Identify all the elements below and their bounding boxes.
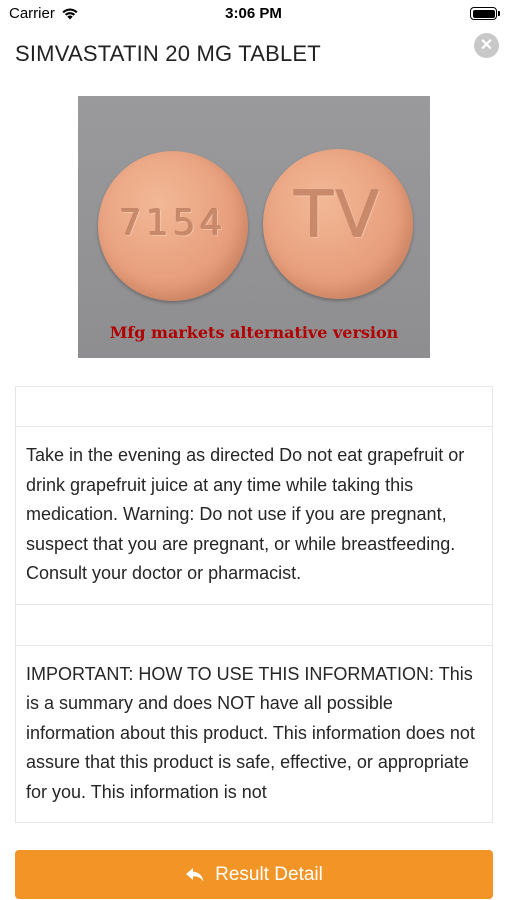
status-time: 3:06 PM bbox=[225, 5, 282, 22]
result-detail-label: Result Detail bbox=[215, 863, 323, 885]
pill-imprint-right: TV bbox=[294, 179, 382, 253]
reply-arrow-icon bbox=[186, 867, 204, 881]
close-button[interactable]: ✕ bbox=[474, 33, 499, 58]
header: SIMVASTATIN 20 MG TABLET ✕ bbox=[0, 28, 507, 80]
section-heading-cell bbox=[15, 386, 493, 427]
pill-image: 7154 TV Mfg markets alternative version bbox=[78, 96, 430, 358]
page-title: SIMVASTATIN 20 MG TABLET bbox=[15, 41, 321, 66]
battery-icon bbox=[470, 7, 500, 20]
pill-front-side: TV bbox=[263, 149, 413, 299]
result-detail-button[interactable]: Result Detail bbox=[15, 850, 493, 899]
info-list[interactable]: Take in the evening as directed Do not e… bbox=[15, 386, 493, 850]
pill-back-side: 7154 bbox=[98, 151, 248, 301]
close-icon: ✕ bbox=[479, 36, 494, 54]
status-bar: Carrier 3:06 PM bbox=[0, 0, 507, 28]
important-info-text: IMPORTANT: HOW TO USE THIS INFORMATION: … bbox=[15, 645, 493, 823]
pill-imprint-left: 7154 bbox=[119, 203, 227, 244]
directions-text: Take in the evening as directed Do not e… bbox=[15, 427, 493, 605]
section-heading-cell bbox=[15, 604, 493, 646]
image-caption: Mfg markets alternative version bbox=[109, 323, 399, 342]
